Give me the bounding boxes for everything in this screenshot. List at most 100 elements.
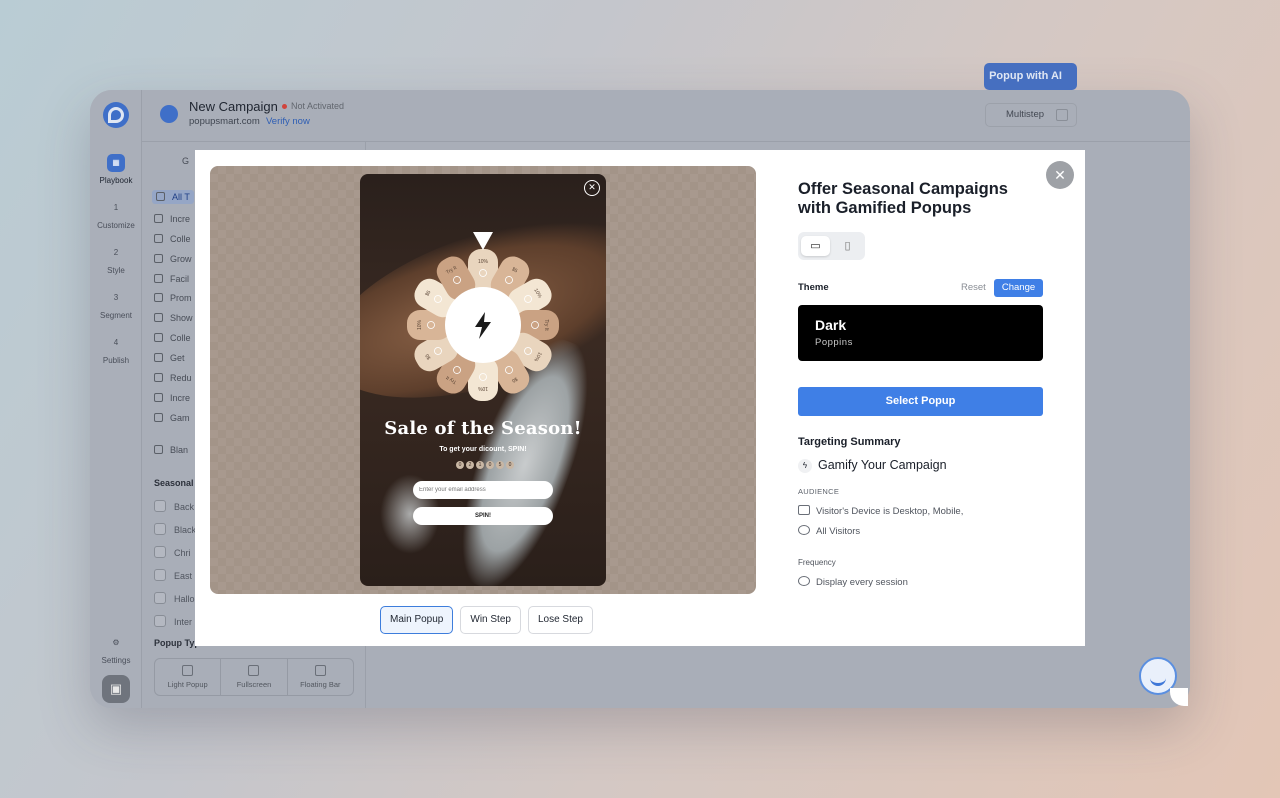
rail-label: Publish <box>102 356 130 365</box>
wheel-label: 10% <box>477 385 488 391</box>
gamepad-icon <box>154 413 163 422</box>
users-icon <box>154 293 163 302</box>
popup-subtitle: To get your dicount, SPIN! <box>439 446 527 453</box>
theme-label: Theme <box>798 282 829 293</box>
light-popup-icon <box>182 665 194 676</box>
check-icon <box>154 333 163 342</box>
rail-label: Customize <box>97 221 135 230</box>
grid-icon <box>156 192 165 201</box>
briefcase-icon[interactable]: ▣ <box>102 675 130 703</box>
audience-heading: AUDIENCE <box>798 487 840 496</box>
app-logo[interactable] <box>103 102 129 128</box>
category-all[interactable]: All T <box>152 190 194 204</box>
status-dot <box>282 104 287 109</box>
popup-type-light[interactable]: Light Popup <box>155 659 222 695</box>
campaign-title[interactable]: New Campaign <box>189 99 278 114</box>
wheel-label: 10% <box>417 319 423 330</box>
domain-text: popupsmart.com <box>189 116 260 127</box>
category-item[interactable]: Redu <box>154 373 192 383</box>
popup-close-icon[interactable]: ✕ <box>584 180 600 196</box>
smile-icon <box>154 373 163 382</box>
rail-item-settings[interactable]: ⚙ Settings <box>90 634 142 665</box>
gamify-row: ϟ Gamify Your Campaign <box>798 458 947 473</box>
step-tabs: Main Popup Win Step Lose Step <box>380 606 593 634</box>
category-item[interactable]: Grow <box>154 254 192 264</box>
tab-main-popup[interactable]: Main Popup <box>380 606 454 634</box>
rail-item-style[interactable]: 2 Style <box>90 244 142 275</box>
seasonal-checkbox[interactable]: Chri <box>154 546 191 558</box>
popup-type-floating-bar[interactable]: Floating Bar <box>288 659 353 695</box>
seasonal-heading: Seasonal <box>154 478 194 488</box>
countdown-digit: 0 <box>506 461 514 469</box>
lightning-icon: ϟ <box>798 459 812 473</box>
rail-item-publish[interactable]: 4 Publish <box>90 334 142 365</box>
rail-item-segment[interactable]: 3 Segment <box>90 289 142 320</box>
mobile-icon[interactable]: ▯ <box>833 236 862 256</box>
category-item[interactable]: Get <box>154 353 185 363</box>
playbook-icon: ▦ <box>107 154 125 172</box>
heart-icon <box>154 274 163 283</box>
mail-icon <box>154 254 163 263</box>
category-item[interactable]: Show <box>154 313 193 323</box>
seasonal-checkbox[interactable]: Inter <box>154 615 192 627</box>
category-item[interactable]: Incre <box>154 393 190 403</box>
site-logo <box>160 105 178 123</box>
template-title: Offer Seasonal Campaigns with Gamified P… <box>798 180 1008 217</box>
countdown: 0 2 1 0 5 0 <box>450 461 520 471</box>
devices-icon <box>798 505 810 515</box>
gear-icon: ⚙ <box>112 638 120 647</box>
category-item[interactable]: Colle <box>154 234 191 244</box>
category-item[interactable]: Gam <box>154 413 190 423</box>
verify-link[interactable]: Verify now <box>266 116 310 127</box>
rail-item-customize[interactable]: 1 Customize <box>90 199 142 230</box>
status-badge: Not Activated <box>291 101 345 111</box>
rail-label: Settings <box>101 656 131 665</box>
countdown-digit: 5 <box>496 461 504 469</box>
category-item[interactable]: Incre <box>154 214 190 224</box>
seasonal-checkbox[interactable]: Hallo <box>154 592 195 604</box>
step-number: 3 <box>113 293 119 302</box>
category-item[interactable]: Colle <box>154 333 191 343</box>
audience-device: Visitor's Device is Desktop, Mobile, <box>798 505 963 517</box>
tab-lose-step[interactable]: Lose Step <box>527 606 593 634</box>
users-icon <box>798 525 810 535</box>
email-field[interactable] <box>413 481 553 499</box>
rail-label: Playbook <box>99 176 133 185</box>
category-item[interactable]: Prom <box>154 293 192 303</box>
tab-win-step[interactable]: Win Step <box>460 606 521 634</box>
seasonal-checkbox[interactable]: Back <box>154 500 194 512</box>
change-button[interactable]: Change <box>994 279 1043 297</box>
history-icon <box>798 576 810 586</box>
multistep-checkbox[interactable] <box>1056 109 1068 121</box>
spin-button[interactable]: SPIN! <box>413 507 553 525</box>
step-number: 1 <box>113 203 119 212</box>
close-icon[interactable]: ✕ <box>1046 161 1074 189</box>
category-blank[interactable]: Blan <box>154 445 188 455</box>
rail-label: Segment <box>99 311 133 320</box>
frequency-heading: Frequency <box>798 558 836 567</box>
rail-item-playbook[interactable]: ▦ Playbook <box>90 154 142 185</box>
chart-icon <box>154 214 163 223</box>
reset-link[interactable]: Reset <box>961 282 986 293</box>
category-item[interactable]: Facil <box>154 274 189 284</box>
popup-preview: ✕ 10% $5 10% Try It 10% $5 10% Try It $5 10% $5 Try… <box>360 174 606 586</box>
wheel-pointer <box>473 232 493 250</box>
spin-wheel[interactable]: 10%$510%Try It10%$510%Try It$510%$5Try I… <box>404 246 562 404</box>
seasonal-checkbox[interactable]: East <box>154 569 192 581</box>
popup-type-selector: Light Popup Fullscreen Floating Bar <box>154 658 354 696</box>
multistep-toggle[interactable]: Multistep <box>985 103 1077 127</box>
user-icon <box>154 393 163 402</box>
desktop-icon[interactable]: ▭ <box>801 236 830 256</box>
popup-with-ai-button[interactable]: Popup with AI <box>984 63 1077 90</box>
theme-name: Dark <box>815 317 847 333</box>
theme-card[interactable]: Dark Poppins <box>798 305 1043 361</box>
step-number: 2 <box>113 248 119 257</box>
popup-type-fullscreen[interactable]: Fullscreen <box>221 659 288 695</box>
countdown-digit: 2 <box>466 461 474 469</box>
theme-font: Poppins <box>815 337 853 348</box>
seasonal-checkbox[interactable]: Black <box>154 523 196 535</box>
select-popup-button[interactable]: Select Popup <box>798 387 1043 416</box>
bell-icon <box>154 313 163 322</box>
fullscreen-icon <box>248 665 260 676</box>
panel-tab[interactable]: G <box>182 156 189 166</box>
